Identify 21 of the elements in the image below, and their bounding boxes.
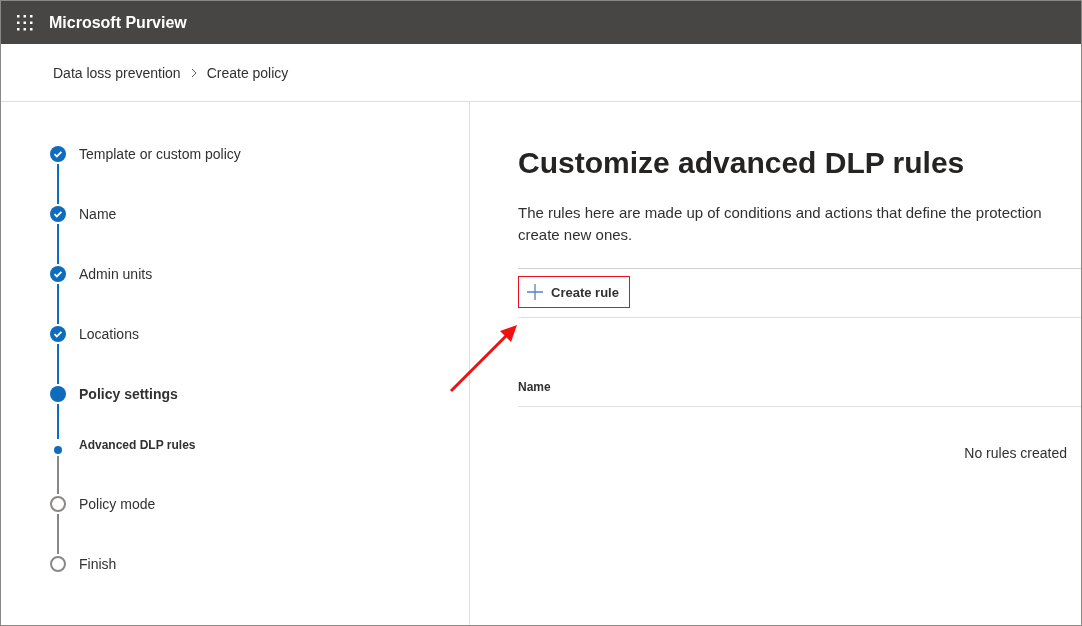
- breadcrumb-link[interactable]: Data loss prevention: [53, 64, 181, 81]
- plus-icon: [527, 284, 543, 300]
- breadcrumb-current: Create policy: [206, 64, 289, 81]
- step-label: Locations: [79, 325, 139, 343]
- step-label: Template or custom policy: [79, 145, 241, 163]
- chevron-right-icon: [190, 67, 197, 78]
- step-label: Policy settings: [79, 385, 178, 403]
- app-title: Microsoft Purview: [49, 13, 187, 32]
- app-launcher-icon[interactable]: [17, 14, 33, 31]
- empty-message: No rules created: [964, 445, 1067, 461]
- description-text: The rules here are made up of conditions and actions that define the protection: [518, 203, 1043, 223]
- step-label: Admin units: [79, 265, 153, 283]
- column-header: Name: [518, 380, 551, 394]
- step-label: Name: [79, 205, 117, 223]
- description-text: create new ones.: [518, 225, 634, 245]
- step-label: Finish: [79, 555, 117, 573]
- step-label: Advanced DLP rules: [79, 437, 196, 454]
- step-label: Policy mode: [79, 495, 156, 513]
- create-rule-button[interactable]: Create rule: [518, 276, 630, 308]
- annotation-arrow: [449, 323, 519, 393]
- page-title: Customize advanced DLP rules: [518, 146, 966, 180]
